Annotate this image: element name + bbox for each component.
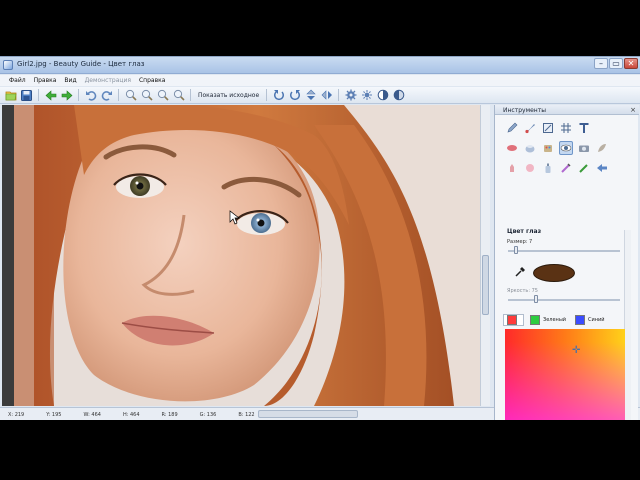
eye-color-tool-icon[interactable]: [559, 141, 573, 155]
section-eye-color: Цвет глаз: [507, 228, 542, 235]
app-window: Girl2.jpg - Beauty Guide - Цвет глаз – ▭…: [0, 56, 640, 420]
toolbar-separator: [38, 89, 39, 101]
lips-tool-icon[interactable]: [505, 141, 519, 155]
green-chip-icon: [530, 315, 540, 325]
menu-help[interactable]: Справка: [139, 77, 165, 84]
status-height: H: 464: [122, 411, 140, 418]
feather-tool-icon[interactable]: [595, 141, 609, 155]
show-original-button[interactable]: Показать исходное: [196, 92, 261, 99]
brightness-slider[interactable]: [508, 299, 620, 301]
toolbar-separator: [118, 89, 119, 101]
portrait-photo: [14, 105, 480, 406]
text-tool-icon[interactable]: [577, 121, 591, 135]
blue-chip-icon: [575, 315, 586, 325]
tool-row-2: [505, 141, 609, 155]
save-icon[interactable]: [20, 89, 33, 102]
status-blue: B: 122: [238, 411, 255, 418]
red-chip-icon: [507, 315, 517, 325]
rotate-left-icon[interactable]: [272, 89, 285, 102]
arrow-left-icon[interactable]: [44, 89, 57, 102]
status-y: Y: 195: [46, 411, 62, 418]
rotate-right-icon[interactable]: [288, 89, 301, 102]
palette-tool-icon[interactable]: [541, 141, 555, 155]
toolbar-separator: [78, 89, 79, 101]
pencil-tool-icon[interactable]: [505, 121, 519, 135]
panel-header: Инструменты ×: [495, 105, 639, 115]
toolbar-separator: [338, 89, 340, 101]
skin-tool-icon[interactable]: [523, 141, 537, 155]
crosshair-icon: ✛: [572, 345, 581, 356]
menu-view[interactable]: Вид: [64, 77, 76, 84]
contrast-icon[interactable]: [376, 89, 389, 102]
arrow-right-icon[interactable]: [60, 89, 73, 102]
halftone-icon[interactable]: [392, 89, 405, 102]
color-tabs: Зеленый Синий: [503, 313, 627, 327]
canvas-scrollbar-vertical[interactable]: [480, 105, 490, 406]
tab-green-label: Зеленый: [543, 317, 567, 323]
status-width: W: 464: [83, 411, 101, 418]
camera-tool-icon[interactable]: [577, 141, 591, 155]
tool-row-3: [505, 161, 609, 175]
minimize-button[interactable]: –: [594, 58, 608, 69]
redo-icon[interactable]: [100, 89, 113, 102]
size-label: Размер: 7: [507, 239, 533, 245]
color-picker-field[interactable]: ✛: [505, 329, 625, 420]
zoom-out-icon[interactable]: [140, 89, 153, 102]
folder-open-icon[interactable]: [4, 89, 17, 102]
eye-color-swatch[interactable]: [533, 264, 575, 282]
toolbar-separator: [190, 89, 191, 101]
liner-tool-icon[interactable]: [577, 161, 591, 175]
zoom-actual-icon[interactable]: [172, 89, 185, 102]
toolbar: Показать исходное: [0, 87, 640, 104]
window-title: Girl2.jpg - Beauty Guide - Цвет глаз: [17, 60, 145, 68]
brush-tool-icon[interactable]: [523, 121, 537, 135]
panel-title: Инструменты: [503, 107, 546, 114]
sun-icon[interactable]: [360, 89, 373, 102]
grid-tool-icon[interactable]: [559, 121, 573, 135]
status-green: G: 136: [199, 411, 217, 418]
screen: Girl2.jpg - Beauty Guide - Цвет глаз – ▭…: [0, 0, 640, 480]
maximize-button[interactable]: ▭: [609, 58, 623, 69]
zoom-in-icon[interactable]: [124, 89, 137, 102]
size-slider[interactable]: [508, 250, 620, 252]
gear-icon[interactable]: [344, 89, 357, 102]
menu-demo[interactable]: Демонстрация: [85, 77, 131, 84]
close-button[interactable]: ✕: [624, 58, 638, 69]
tab-red[interactable]: [503, 314, 524, 326]
crop-tool-icon[interactable]: [541, 121, 555, 135]
menu-bar: Файл Правка Вид Демонстрация Справка: [0, 75, 640, 86]
zoom-fit-icon[interactable]: [156, 89, 169, 102]
brightness-slider-thumb[interactable]: [534, 295, 538, 303]
tools-panel: Инструменты × Цвет глаз Размер: 7 Яркост…: [494, 105, 639, 420]
menu-edit[interactable]: Правка: [34, 77, 57, 84]
title-bar: Girl2.jpg - Beauty Guide - Цвет глаз – ▭…: [0, 57, 640, 74]
mascara-tool-icon[interactable]: [559, 161, 573, 175]
window-controls: – ▭ ✕: [594, 58, 638, 73]
image-canvas[interactable]: [2, 105, 489, 406]
tab-green[interactable]: Зеленый: [527, 314, 569, 326]
canvas-scrollbar-horizontal[interactable]: [258, 410, 358, 418]
brightness-label: Яркость: 75: [507, 288, 538, 294]
menu-file[interactable]: Файл: [9, 77, 26, 84]
flip-vertical-icon[interactable]: [304, 89, 317, 102]
undo-icon[interactable]: [84, 89, 97, 102]
tool-row-1: [505, 121, 591, 135]
status-x: X: 219: [8, 411, 25, 418]
arrow-tool-icon[interactable]: [595, 161, 609, 175]
eyedropper-icon[interactable]: [514, 266, 526, 281]
panel-close-button[interactable]: ×: [630, 106, 636, 114]
flip-horizontal-icon[interactable]: [320, 89, 333, 102]
blush-tool-icon[interactable]: [523, 161, 537, 175]
status-red: R: 189: [161, 411, 178, 418]
tab-blue[interactable]: Синий: [572, 314, 608, 326]
size-slider-thumb[interactable]: [513, 246, 518, 254]
lipstick-tool-icon[interactable]: [505, 161, 519, 175]
tab-blue-label: Синий: [588, 317, 605, 323]
toolbar-separator: [266, 89, 268, 101]
scrollbar-thumb[interactable]: [482, 255, 489, 315]
app-icon: [3, 60, 13, 70]
bottle-tool-icon[interactable]: [541, 161, 555, 175]
